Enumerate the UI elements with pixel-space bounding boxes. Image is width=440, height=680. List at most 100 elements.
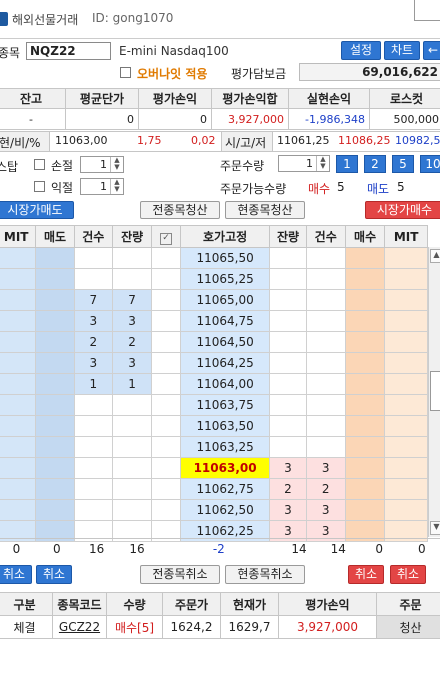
- sell-order-cell[interactable]: [35, 289, 75, 311]
- mit-sell-cell[interactable]: [0, 310, 37, 332]
- sell-order-cell[interactable]: [35, 268, 75, 290]
- buy-order-cell[interactable]: [344, 310, 386, 332]
- mit-sell-cell[interactable]: [0, 436, 37, 458]
- mit-buy-cell[interactable]: [384, 373, 428, 395]
- buy-order-cell[interactable]: [344, 247, 386, 269]
- mit-sell-cell[interactable]: [0, 331, 37, 353]
- mit-sell-cell[interactable]: [0, 457, 37, 479]
- fill-qty: 매수[5]: [106, 615, 163, 639]
- mit-sell-cell[interactable]: [0, 247, 37, 269]
- takeprofit-stepper[interactable]: 1 ▲ ▼: [80, 178, 124, 195]
- buy-order-cell[interactable]: [344, 331, 386, 353]
- buy-order-cell[interactable]: [344, 394, 386, 416]
- book-header-check[interactable]: ✓: [151, 225, 181, 248]
- buy-order-cell[interactable]: [344, 499, 386, 521]
- buy-order-cell[interactable]: [344, 415, 386, 437]
- mit-buy-cell[interactable]: [384, 247, 428, 269]
- sell-order-cell[interactable]: [35, 415, 75, 437]
- order-qty-stepper[interactable]: 1 ▲ ▼: [278, 155, 330, 172]
- scroll-down-icon[interactable]: ▼: [430, 521, 440, 535]
- cancel-sell-button[interactable]: 취소: [36, 565, 72, 584]
- bid-count-cell: [305, 331, 346, 353]
- mit-buy-cell[interactable]: [384, 499, 428, 521]
- buy-order-cell[interactable]: [344, 457, 386, 479]
- stepper-arrows-icon[interactable]: ▲ ▼: [110, 157, 123, 172]
- clear-all-button[interactable]: 전종목청산: [140, 201, 220, 219]
- cancel-mit-sell-button[interactable]: 취소: [0, 565, 32, 584]
- mit-sell-cell[interactable]: [0, 373, 37, 395]
- buy-order-cell[interactable]: [344, 373, 386, 395]
- cancel-current-button[interactable]: 현종목취소: [225, 565, 305, 584]
- ask-qty-cell: [111, 457, 153, 479]
- mit-buy-cell[interactable]: [384, 268, 428, 290]
- ask-count-cell: 2: [73, 331, 113, 353]
- quote-open: 11061,25: [277, 134, 330, 147]
- cancel-mit-buy-button[interactable]: 취소: [390, 565, 426, 584]
- avail-qty-label: 주문가능수량: [220, 182, 287, 196]
- clear-current-button[interactable]: 현종목청산: [225, 201, 305, 219]
- buy-order-cell[interactable]: [344, 436, 386, 458]
- stoploss-checkbox[interactable]: [34, 159, 45, 170]
- buy-order-cell[interactable]: [344, 352, 386, 374]
- market-sell-button[interactable]: 시장가매도: [0, 201, 74, 219]
- stepper-arrows-icon[interactable]: ▲ ▼: [316, 156, 329, 171]
- mit-buy-cell[interactable]: [384, 478, 428, 500]
- sell-order-cell[interactable]: [35, 394, 75, 416]
- sell-order-cell[interactable]: [35, 457, 75, 479]
- sell-order-cell[interactable]: [35, 499, 75, 521]
- buy-order-cell[interactable]: [344, 478, 386, 500]
- symbol-input[interactable]: NQZ22: [26, 42, 111, 60]
- book-scrollbar[interactable]: ▲ ▼: [428, 247, 440, 537]
- sell-order-cell[interactable]: [35, 352, 75, 374]
- fills-row[interactable]: 체결 GCZ22 매수[5] 1624,2 1629,7 3,927,000 청…: [0, 615, 440, 639]
- bid-qty-cell: [269, 373, 307, 395]
- sell-order-cell[interactable]: [35, 436, 75, 458]
- qty-1-button[interactable]: 1: [336, 155, 358, 173]
- mit-buy-cell[interactable]: [384, 310, 428, 332]
- bid-count-cell: 3: [305, 457, 346, 479]
- book-header-buy: 매수: [344, 225, 386, 248]
- buy-order-cell[interactable]: [344, 268, 386, 290]
- mit-sell-cell[interactable]: [0, 268, 37, 290]
- fill-liquidate-button[interactable]: 청산: [376, 615, 440, 639]
- buy-order-cell[interactable]: [344, 289, 386, 311]
- stoploss-stepper[interactable]: 1 ▲ ▼: [80, 156, 124, 173]
- book-header-bid-qty: 잔량: [269, 225, 307, 248]
- fill-symbol-link[interactable]: GCZ22: [52, 615, 107, 639]
- sell-order-cell[interactable]: [35, 247, 75, 269]
- mit-sell-cell[interactable]: [0, 352, 37, 374]
- mit-sell-cell[interactable]: [0, 394, 37, 416]
- mit-buy-cell[interactable]: [384, 289, 428, 311]
- mit-buy-cell[interactable]: [384, 415, 428, 437]
- mit-sell-cell[interactable]: [0, 415, 37, 437]
- mit-sell-cell[interactable]: [0, 289, 37, 311]
- stepper-arrows-icon[interactable]: ▲ ▼: [110, 179, 123, 194]
- back-arrow-button[interactable]: ←: [423, 41, 440, 60]
- mit-buy-cell[interactable]: [384, 394, 428, 416]
- sell-order-cell[interactable]: [35, 310, 75, 332]
- cancel-buy-button[interactable]: 취소: [348, 565, 384, 584]
- check-icon[interactable]: ✓: [160, 232, 173, 245]
- scroll-thumb[interactable]: [430, 371, 440, 411]
- price-cell: 11063,25: [179, 436, 271, 458]
- mit-buy-cell[interactable]: [384, 331, 428, 353]
- cancel-all-button[interactable]: 전종목취소: [140, 565, 220, 584]
- sell-order-cell[interactable]: [35, 373, 75, 395]
- mit-buy-cell[interactable]: [384, 457, 428, 479]
- qty-2-button[interactable]: 2: [364, 155, 386, 173]
- market-buy-button[interactable]: 시장가매수: [365, 201, 440, 219]
- qty-10-button[interactable]: 10: [420, 155, 440, 173]
- mit-buy-cell[interactable]: [384, 436, 428, 458]
- qty-5-button[interactable]: 5: [392, 155, 414, 173]
- sell-order-cell[interactable]: [35, 478, 75, 500]
- mit-sell-cell[interactable]: [0, 499, 37, 521]
- overnight-checkbox[interactable]: [120, 67, 131, 78]
- chart-button[interactable]: 차트: [384, 41, 420, 60]
- settings-button[interactable]: 설정: [341, 41, 381, 60]
- sell-order-cell[interactable]: [35, 331, 75, 353]
- symbol-name: E-mini Nasdaq100: [119, 44, 229, 58]
- mit-buy-cell[interactable]: [384, 352, 428, 374]
- scroll-up-icon[interactable]: ▲: [430, 249, 440, 263]
- takeprofit-checkbox[interactable]: [34, 181, 45, 192]
- mit-sell-cell[interactable]: [0, 478, 37, 500]
